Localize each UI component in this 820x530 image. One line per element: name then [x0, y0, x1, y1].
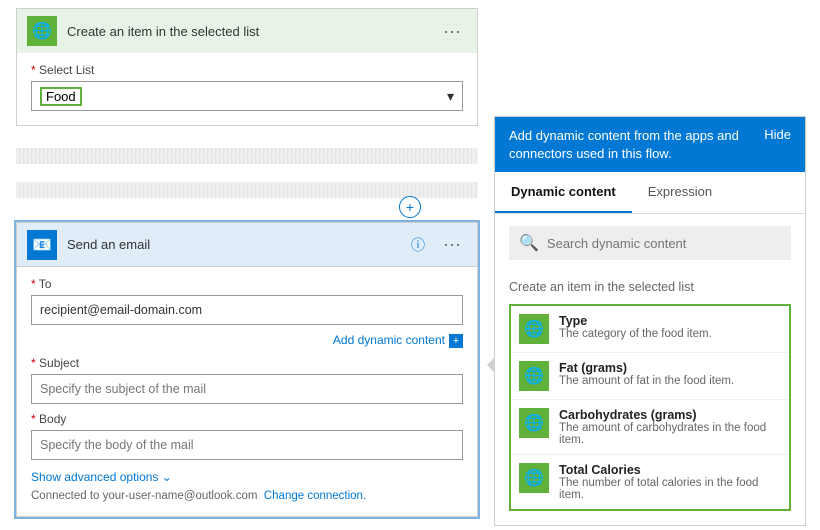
add-dynamic-content-link[interactable]: Add dynamic content+ [31, 333, 463, 348]
show-advanced-link[interactable]: Show advanced options ⌄ [31, 470, 463, 484]
globe-icon: 🌐 [519, 408, 549, 438]
group-title: Create an item in the selected list [495, 268, 805, 300]
select-list-label-text: Select List [39, 63, 94, 77]
globe-icon: 🌐 [519, 314, 549, 344]
item-title: Carbohydrates (grams) [559, 408, 781, 422]
subject-input[interactable] [31, 374, 463, 404]
tab-expression[interactable]: Expression [632, 172, 728, 213]
to-input[interactable] [31, 295, 463, 325]
to-label: * To [31, 277, 463, 291]
dynamic-item[interactable]: 🌐 Total CaloriesThe number of total calo… [511, 454, 789, 509]
plus-icon: + [449, 334, 463, 348]
chevron-down-icon: ▾ [447, 88, 454, 105]
body-label: * Body [31, 412, 463, 426]
item-title: Total Calories [559, 463, 781, 477]
dynamic-item[interactable]: 🌐 Carbohydrates (grams)The amount of car… [511, 399, 789, 454]
create-item-header: 🌐 Create an item in the selected list ··… [17, 9, 477, 53]
panel-pointer [487, 358, 494, 372]
search-box[interactable]: 🔍 [509, 226, 791, 260]
info-icon[interactable]: ⓘ [411, 235, 425, 255]
create-item-card: 🌐 Create an item in the selected list ··… [16, 8, 478, 126]
add-step-button[interactable]: + [399, 196, 421, 218]
change-connection-link[interactable]: Change connection. [264, 490, 366, 502]
globe-icon: 🌐 [519, 463, 549, 493]
card2-more-button[interactable]: ··· [437, 234, 467, 255]
body-input[interactable] [31, 430, 463, 460]
outlook-icon: 📧 [27, 230, 57, 260]
item-title: Type [559, 314, 712, 328]
dynamic-item[interactable]: 🌐 Fat (grams)The amount of fat in the fo… [511, 352, 789, 399]
dynamic-item[interactable]: 🌐 TypeThe category of the food item. [511, 306, 789, 352]
search-wrap: 🔍 [495, 214, 805, 268]
select-list-dropdown[interactable]: Food ▾ [31, 81, 463, 111]
panel-header: Add dynamic content from the apps and co… [495, 117, 805, 172]
send-email-header: 📧 Send an email ⓘ ··· [17, 223, 477, 267]
create-item-body: * Select List Food ▾ [17, 53, 477, 125]
create-item-title: Create an item in the selected list [67, 24, 437, 39]
item-desc: The amount of fat in the food item. [559, 375, 734, 387]
card1-more-button[interactable]: ··· [437, 21, 467, 42]
send-email-card: 📧 Send an email ⓘ ··· * To Add dynamic c… [16, 222, 478, 517]
panel-tabs: Dynamic content Expression [495, 172, 805, 214]
item-desc: The category of the food item. [559, 328, 712, 340]
hide-link[interactable]: Hide [764, 127, 791, 162]
item-desc: The number of total calories in the food… [559, 477, 781, 501]
globe-icon: 🌐 [519, 361, 549, 391]
dynamic-content-panel: Add dynamic content from the apps and co… [494, 116, 806, 526]
chevron-down-icon: ⌄ [162, 470, 172, 484]
item-desc: The amount of carbohydrates in the food … [559, 422, 781, 446]
send-email-title: Send an email [67, 237, 411, 252]
panel-header-text: Add dynamic content from the apps and co… [509, 127, 754, 162]
select-list-label: * Select List [31, 63, 463, 77]
connection-info: Connected to your-user-name@outlook.com … [31, 490, 463, 502]
send-email-body: * To Add dynamic content+ * Subject * Bo… [17, 267, 477, 516]
select-list-value: Food [40, 87, 82, 106]
dynamic-items-box: 🌐 TypeThe category of the food item. 🌐 F… [509, 304, 791, 511]
subject-label: * Subject [31, 356, 463, 370]
search-icon: 🔍 [519, 233, 539, 253]
item-title: Fat (grams) [559, 361, 734, 375]
globe-icon: 🌐 [27, 16, 57, 46]
search-input[interactable] [547, 236, 781, 251]
tab-dynamic-content[interactable]: Dynamic content [495, 172, 632, 213]
